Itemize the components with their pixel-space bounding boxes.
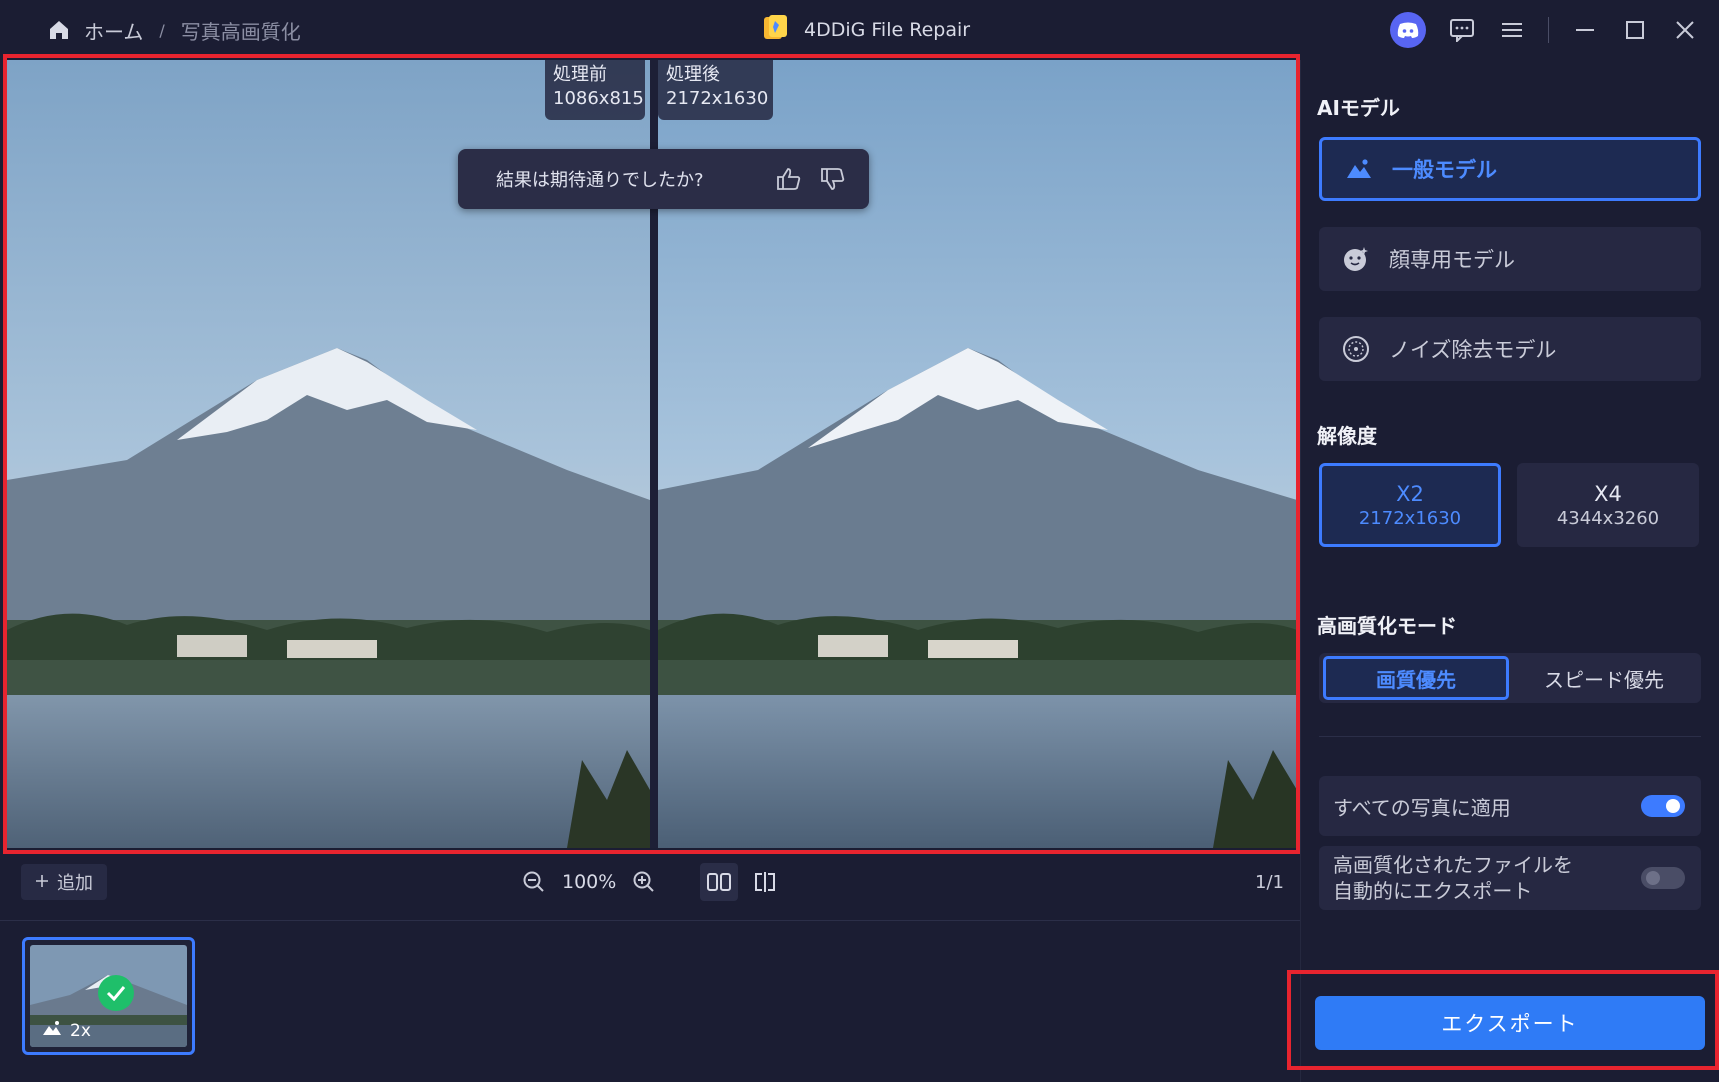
model-noise[interactable]: ノイズ除去モデル — [1319, 317, 1701, 381]
minimize-icon[interactable] — [1571, 16, 1599, 44]
apply-all-label: すべての写真に適用 — [1333, 795, 1511, 820]
mountain-icon — [42, 1020, 62, 1041]
resolution-title: 解像度 — [1317, 424, 1377, 448]
mode-speed[interactable]: スピード優先 — [1511, 656, 1697, 700]
breadcrumb-separator: / — [159, 20, 165, 40]
home-icon[interactable] — [46, 17, 72, 43]
mountain-icon — [1344, 154, 1374, 184]
auto-export-line2: 自動的にエクスポート — [1333, 879, 1533, 903]
settings-panel: AIモデル 一般モデル 顔専用モデル ノイズ除去モデル 解像度 X2 2172x… — [1300, 60, 1719, 1082]
face-icon — [1341, 244, 1371, 274]
toggle-knob — [1646, 871, 1660, 885]
mode-quality[interactable]: 画質優先 — [1323, 656, 1509, 700]
close-icon[interactable] — [1671, 16, 1699, 44]
auto-export-toggle[interactable] — [1641, 867, 1685, 889]
breadcrumb-home[interactable]: ホーム — [84, 16, 143, 45]
app-title: 4DDiG File Repair — [804, 19, 971, 41]
mode-selector: 画質優先 スピード優先 — [1319, 653, 1701, 703]
breadcrumb-current: 写真高画質化 — [180, 19, 301, 44]
thumbnail-item[interactable]: 2x — [22, 937, 195, 1055]
zoom-controls: 100% — [520, 864, 658, 900]
noise-icon — [1341, 334, 1371, 364]
discord-icon[interactable] — [1390, 12, 1426, 48]
after-size: 2172x1630 — [666, 88, 769, 109]
before-label: 処理前 — [553, 64, 607, 85]
add-button[interactable]: 追加 — [21, 864, 107, 900]
thumbnail-scale-label: 2x — [70, 1020, 91, 1041]
add-label: 追加 — [57, 873, 93, 894]
app-logo-icon — [760, 13, 790, 48]
toolbar-divider — [0, 920, 1300, 921]
model-face-label: 顔専用モデル — [1389, 248, 1515, 272]
thumbs-down-icon[interactable] — [817, 163, 849, 195]
menu-icon[interactable] — [1498, 16, 1526, 44]
split-view-icon[interactable] — [746, 863, 784, 901]
window-controls — [1390, 12, 1699, 48]
model-face[interactable]: 顔専用モデル — [1319, 227, 1701, 291]
resolution-x2-size: 2172x1630 — [1358, 507, 1462, 529]
side-by-side-view-icon[interactable] — [700, 863, 738, 901]
after-label: 処理後 — [666, 64, 720, 85]
auto-export-text: 高画質化されたファイルを 自動的にエクスポート — [1333, 852, 1573, 904]
zoom-out-icon[interactable] — [520, 868, 548, 896]
resolution-x4[interactable]: X4 4344x3260 — [1517, 463, 1699, 547]
resolution-x2-scale: X2 — [1396, 481, 1424, 506]
after-tag: 処理後 2172x1630 — [658, 60, 773, 120]
resolution-x4-size: 4344x3260 — [1556, 507, 1660, 529]
model-noise-label: ノイズ除去モデル — [1389, 338, 1557, 362]
window-controls-divider — [1548, 17, 1549, 43]
export-button[interactable]: エクスポート — [1315, 996, 1705, 1050]
model-general[interactable]: 一般モデル — [1319, 137, 1701, 201]
ai-model-title: AIモデル — [1317, 96, 1400, 120]
before-tag: 処理前 1086x815 — [545, 60, 645, 120]
page-count: 1/1 — [1255, 872, 1284, 893]
maximize-icon[interactable] — [1621, 16, 1649, 44]
toggle-knob — [1666, 799, 1680, 813]
comparison-preview[interactable]: 処理前 1086x815 処理後 2172x1630 結果は期待通りでしたか? — [7, 60, 1297, 848]
resolution-x4-scale: X4 — [1594, 481, 1622, 506]
model-general-label: 一般モデル — [1392, 158, 1497, 182]
app-title-group: 4DDiG File Repair — [760, 14, 970, 46]
title-bar: ホーム / 写真高画質化 4DDiG File Repair — [0, 0, 1719, 60]
breadcrumb: ホーム / 写真高画質化 — [46, 14, 301, 46]
before-size: 1086x815 — [553, 88, 644, 109]
thumbs-up-icon[interactable] — [773, 163, 805, 195]
auto-export-option: 高画質化されたファイルを 自動的にエクスポート — [1319, 846, 1701, 910]
feedback-question: 結果は期待通りでしたか? — [496, 170, 704, 191]
apply-all-option: すべての写真に適用 — [1319, 776, 1701, 836]
mode-title: 高画質化モード — [1317, 614, 1457, 638]
thumbnail-scale: 2x — [42, 1020, 91, 1041]
thumbnail-image: 2x — [30, 945, 187, 1047]
check-icon — [98, 975, 134, 1011]
resolution-x2[interactable]: X2 2172x1630 — [1319, 463, 1501, 547]
preview-toolbar: 追加 100% 1/1 — [0, 848, 1300, 918]
zoom-in-icon[interactable] — [630, 868, 658, 896]
feedback-popup: 結果は期待通りでしたか? — [458, 149, 869, 209]
app-window: ホーム / 写真高画質化 4DDiG File Repair 処理前 1086x… — [0, 0, 1719, 1082]
view-modes — [700, 862, 784, 902]
chat-icon[interactable] — [1448, 16, 1476, 44]
panel-divider — [1319, 736, 1701, 737]
zoom-level: 100% — [562, 871, 617, 893]
plus-icon — [35, 872, 49, 893]
auto-export-line1: 高画質化されたファイルを — [1333, 853, 1573, 877]
apply-all-toggle[interactable] — [1641, 795, 1685, 817]
